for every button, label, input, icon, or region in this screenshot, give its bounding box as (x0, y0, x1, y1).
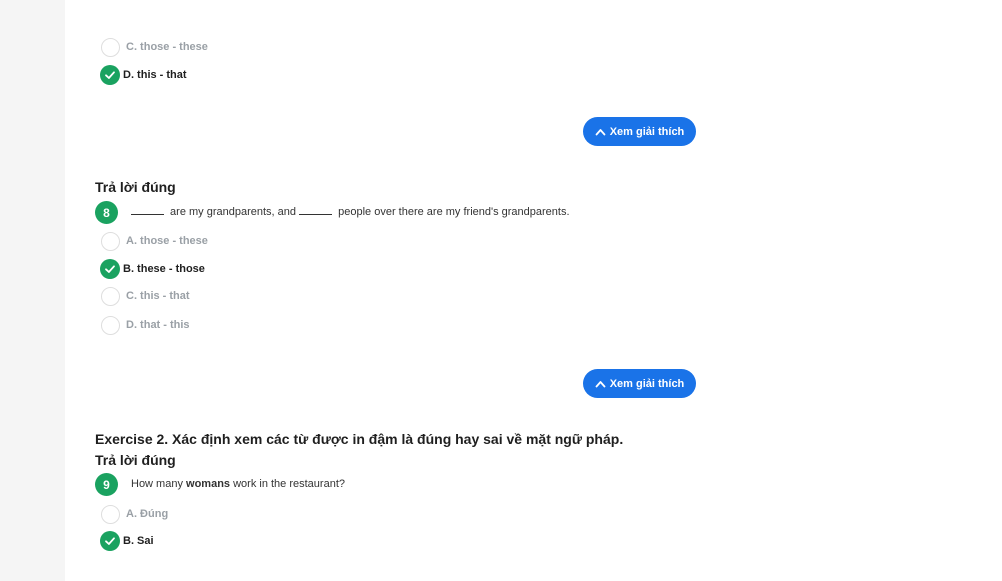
q8-option-b[interactable]: B. these - those (100, 258, 205, 280)
blank-1 (131, 214, 164, 215)
radio-icon[interactable] (101, 504, 120, 524)
radio-icon[interactable] (101, 37, 120, 57)
q7-option-d[interactable]: D. this - that (100, 64, 187, 86)
exercise-2-title: Exercise 2. Xác định xem các từ được in … (95, 431, 624, 447)
radio-icon[interactable] (101, 315, 120, 335)
q7-explain-button[interactable]: Xem giải thích (583, 117, 696, 146)
q8-option-c[interactable]: C. this - that (100, 285, 190, 307)
option-label: B. these - those (123, 263, 205, 275)
q8-explain-button[interactable]: Xem giải thích (583, 369, 696, 398)
chevron-up-icon (595, 380, 606, 387)
q8-option-a[interactable]: A. those - these (100, 230, 208, 252)
radio-icon[interactable] (101, 231, 120, 251)
q9-text-before: How many (131, 478, 187, 490)
check-icon (100, 531, 120, 551)
check-icon (100, 65, 120, 85)
check-icon (100, 259, 120, 279)
q8-question-text: are my grandparents, and people over the… (131, 206, 570, 218)
q9-option-a[interactable]: A. Đúng (100, 503, 168, 525)
radio-icon[interactable] (101, 286, 120, 306)
chevron-up-icon (595, 128, 606, 135)
q9-question-text: How many womans work in the restaurant? (131, 478, 345, 490)
option-label: C. those - these (126, 41, 208, 53)
blank-2 (299, 214, 333, 215)
explain-label: Xem giải thích (609, 125, 685, 138)
left-rail (0, 0, 65, 581)
option-label: C. this - that (126, 290, 190, 302)
q9-number-badge: 9 (95, 473, 118, 496)
q8-option-d[interactable]: D. that - this (100, 314, 190, 336)
q9-text-after: work in the restaurant? (230, 478, 345, 490)
q9-status: Trả lời đúng (95, 452, 176, 468)
explain-label: Xem giải thích (609, 377, 685, 390)
q8-status: Trả lời đúng (95, 179, 176, 195)
q8-number-badge: 8 (95, 201, 118, 224)
option-label: D. this - that (123, 69, 187, 81)
q7-option-c[interactable]: C. those - these (100, 36, 208, 58)
option-label: D. that - this (126, 319, 190, 331)
q8-text-part2: people over there are my friend's grandp… (335, 206, 570, 218)
option-label: A. those - these (126, 235, 208, 247)
option-label: A. Đúng (126, 508, 169, 520)
option-label: B. Sai (123, 535, 154, 547)
q9-option-b[interactable]: B. Sai (100, 530, 154, 552)
q9-text-bold: womans (186, 478, 231, 490)
q8-text-part1: are my grandparents, and (167, 206, 300, 218)
